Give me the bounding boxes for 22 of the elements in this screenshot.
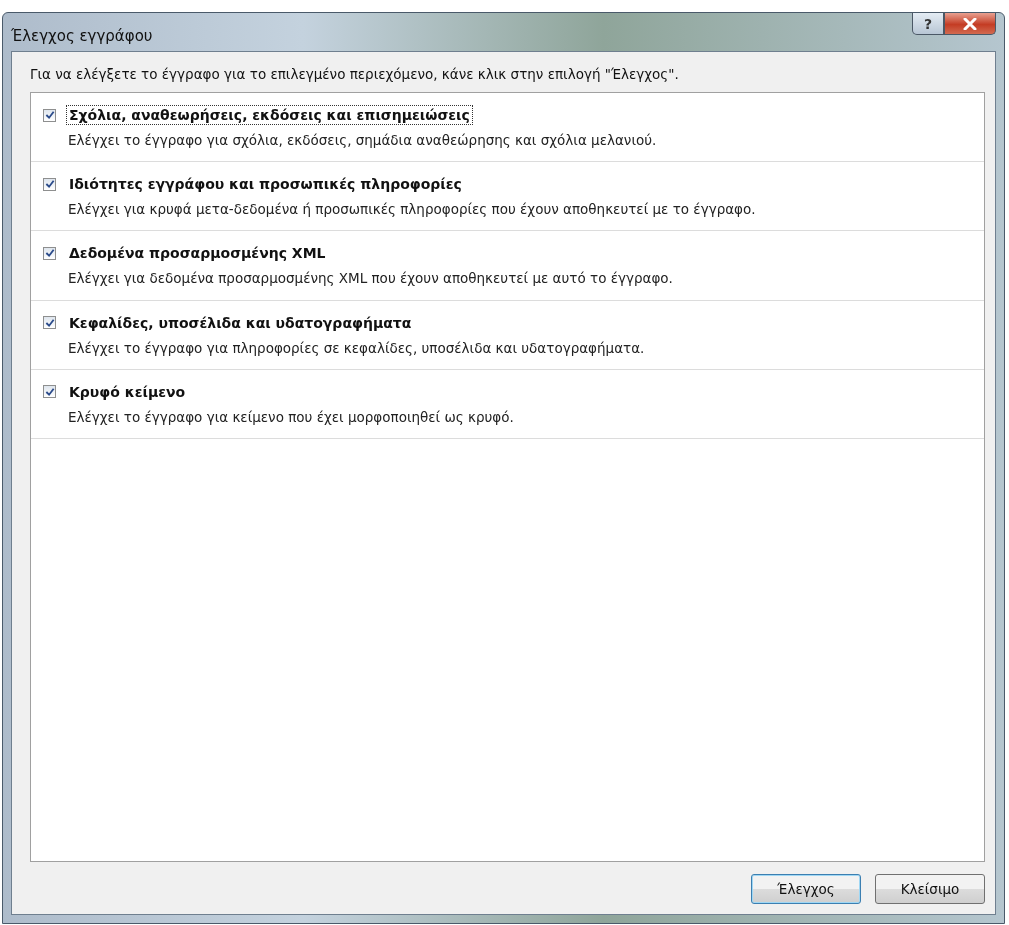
option-title[interactable]: Σχόλια, αναθεωρήσεις, εκδόσεις και επισημειώσεις <box>66 105 473 125</box>
option-title[interactable]: Ιδιότητες εγγράφου και προσωπικές πληροφορίες <box>66 174 465 195</box>
close-dialog-button[interactable]: Κλείσιμο <box>875 874 985 904</box>
option-description: Ελέγχει το έγγραφο για πληροφορίες σε κεφαλίδες, υποσέλιδα και υδατογραφήματα. <box>68 338 646 357</box>
inspect-button[interactable]: Έλεγχος <box>751 874 861 904</box>
option-description: Ελέγχει το έγγραφο για σχόλια, εκδόσεις, σημάδια αναθεώρησης και σχόλια μελανιού. <box>68 131 658 150</box>
option-title[interactable]: Δεδομένα προσαρμοσμένης XML <box>66 243 329 264</box>
checkbox[interactable] <box>43 177 56 191</box>
option-title[interactable]: Κρυφό κείμενο <box>66 381 189 402</box>
option-description: Ελέγχει για κρυφά μετα-δεδομένα ή προσωπικές πληροφορίες που έχουν αποθηκευτεί με το έγγραφο. <box>68 200 757 219</box>
help-button[interactable]: ? <box>912 13 944 35</box>
option-title[interactable]: Κεφαλίδες, υποσέλιδα και υδατογραφήματα <box>66 312 415 333</box>
instruction-text: Για να ελέγξετε το έγγραφο για το επιλεγμένο περιεχόμενο, κάνε κλικ στην επιλογή "Έλεγχος". <box>30 66 680 82</box>
option-description: Ελέγχει για δεδομένα προσαρμοσμένης XML που έχουν αποθηκευτεί με αυτό το έγγραφο. <box>68 269 674 288</box>
window-title: Έλεγχος εγγράφου <box>11 27 153 45</box>
checkbox[interactable] <box>43 108 56 122</box>
close-button[interactable] <box>944 13 996 35</box>
close-icon <box>963 17 977 30</box>
checkbox[interactable] <box>43 385 56 399</box>
option-description: Ελέγχει το έγγραφο για κείμενο που έχει μορφοποιηθεί ως κρυφό. <box>68 407 515 427</box>
checkbox[interactable] <box>43 246 56 260</box>
checkbox[interactable] <box>43 316 56 330</box>
